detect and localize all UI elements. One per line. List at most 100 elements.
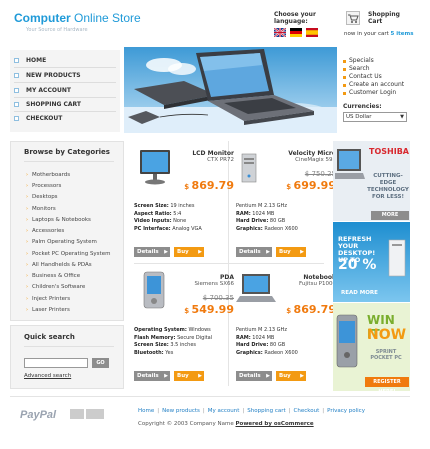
product-price-value: 869.79 [293, 303, 336, 316]
category-item[interactable]: Laptops & Notebooks [32, 217, 91, 223]
read-more-link[interactable]: READ MORE [341, 290, 378, 296]
product-model: Fujitsu P1000 [299, 281, 336, 287]
search-input[interactable] [24, 358, 88, 368]
details-button[interactable]: Details ▶ [134, 247, 170, 257]
shopping-cart-label[interactable]: Shopping Cart [368, 11, 404, 25]
nav-bullet-icon [14, 102, 19, 107]
more-details-button[interactable]: MORE DETAILS [371, 211, 409, 220]
product-old-price: $ 700.35 [202, 294, 235, 302]
pda-image[interactable] [134, 270, 178, 314]
spec-value: Secure Digital [177, 334, 213, 341]
details-button-label: Details [239, 373, 261, 379]
nav-home[interactable]: HOME [26, 57, 46, 64]
currency-selected-value: US Dollar [346, 114, 372, 120]
advanced-search-link[interactable]: Advanced search [24, 373, 71, 379]
product-name[interactable]: LCD Monitor [192, 150, 234, 157]
buy-button-label: Buy [177, 249, 189, 255]
details-button[interactable]: Details ▶ [134, 371, 170, 381]
nav-new-products[interactable]: NEW PRODUCTS [26, 72, 81, 79]
category-item[interactable]: Processors [32, 183, 61, 189]
buy-button[interactable]: Buy ▶ [276, 247, 306, 257]
lcd-monitor-image[interactable] [134, 146, 178, 190]
product-old-price-value: 700.35 [209, 294, 235, 302]
category-item[interactable]: Inject Printers [32, 296, 70, 302]
category-item[interactable]: Children's Software [32, 284, 85, 290]
arrow-right-icon: ▶ [198, 249, 202, 255]
footer-link-checkout[interactable]: Checkout [294, 408, 320, 414]
footer-link-my-account[interactable]: My account [208, 408, 240, 414]
powered-by-link[interactable]: Powered by osCommerce [236, 421, 314, 427]
shopping-cart-icon[interactable] [346, 11, 360, 25]
bullet-icon [343, 92, 346, 95]
arrow-icon: › [26, 307, 28, 313]
spec-value: None [173, 218, 187, 224]
desktop-computer-image[interactable] [236, 146, 280, 190]
arrow-icon: › [26, 172, 28, 178]
payment-methods-icon: PayPal [20, 409, 104, 421]
germany-flag-icon[interactable] [290, 28, 302, 37]
footer-link-shopping-cart[interactable]: Shopping cart [247, 408, 285, 414]
nav-my-account[interactable]: MY ACCOUNT [26, 87, 71, 94]
banner-subtext: SPRINT POCKET PC [370, 349, 402, 361]
category-item[interactable]: Business & Office [32, 273, 80, 279]
product-name[interactable]: Notebook [303, 274, 336, 281]
arrow-icon: › [26, 239, 28, 245]
bullet-icon [343, 68, 346, 71]
product-name[interactable]: Velocity Micro [288, 150, 336, 157]
currencies-label: Currencies: [343, 103, 382, 110]
buy-button[interactable]: Buy ▶ [276, 371, 306, 381]
product-price-value: 549.99 [191, 303, 234, 316]
buy-button[interactable]: Buy ▶ [174, 371, 204, 381]
arrow-icon: › [26, 296, 28, 302]
details-button[interactable]: Details ▶ [236, 371, 272, 381]
link-contact-us[interactable]: Contact Us [349, 73, 382, 80]
category-item[interactable]: Motherboards [32, 172, 70, 178]
buy-button[interactable]: Buy ▶ [174, 247, 204, 257]
spain-flag-icon[interactable] [306, 28, 318, 37]
footer-link-privacy-policy[interactable]: Privacy policy [327, 408, 365, 414]
category-item[interactable]: Laser Printers [32, 307, 70, 313]
register-here-button[interactable]: REGISTER HERE! [365, 377, 409, 391]
toshiba-banner[interactable]: TOSHIBA CUTTING-EDGE TECHNOLOGY FOR LESS… [333, 141, 410, 221]
nav-checkout[interactable]: CHECKOUT [26, 115, 62, 122]
category-item[interactable]: Monitors [32, 206, 56, 212]
spec-label: Screen Size: [134, 203, 169, 209]
arrow-icon: › [26, 273, 28, 279]
product-model: CTX PR72 [207, 157, 234, 163]
spec-value: 1024 MB [252, 210, 275, 217]
uk-flag-icon[interactable] [274, 28, 286, 37]
currency-select[interactable]: US Dollar ▼ [343, 112, 407, 122]
divider [24, 346, 114, 347]
buy-button-label: Buy [279, 249, 291, 255]
category-item[interactable]: Palm Operating System [32, 239, 97, 245]
category-item[interactable]: Desktops [32, 194, 58, 200]
store-title-part2: Online Store [74, 11, 141, 25]
details-button[interactable]: Details ▶ [236, 247, 272, 257]
spec-value: 5:4 [173, 210, 182, 217]
nav-bullet-icon [14, 73, 19, 78]
link-create-account[interactable]: Create an account [349, 81, 404, 88]
spec-value: 1024 MB [252, 334, 275, 341]
category-item[interactable]: All Handhelds & PDAs [32, 262, 92, 268]
footer-link-new-products[interactable]: New products [162, 408, 200, 414]
link-search[interactable]: Search [349, 65, 370, 72]
link-specials[interactable]: Specials [349, 57, 374, 64]
win-it-now-banner[interactable]: WIN IT NOW SPRINT POCKET PC REGISTER HER… [333, 303, 410, 391]
category-item[interactable]: Accessories [32, 228, 64, 234]
store-title[interactable]: Computer Online Store [14, 11, 141, 25]
product-old-price: $ 750.25 [304, 170, 336, 178]
spec-label: Operating System: [134, 327, 187, 333]
refresh-desktop-banner[interactable]: REFRESH YOUR DESKTOP! UP TO 20 % READ MO… [333, 222, 410, 302]
category-item[interactable]: Pocket PC Operating System [32, 251, 110, 257]
notebook-image[interactable] [236, 270, 280, 314]
cart-item-count[interactable]: 5 items [391, 31, 414, 37]
link-customer-login[interactable]: Customer Login [349, 89, 396, 96]
bullet-icon [343, 76, 346, 79]
search-go-button[interactable]: GO [92, 358, 109, 368]
nav-shopping-cart[interactable]: SHOPPING CART [26, 101, 81, 108]
product-card: LCD Monitor CTX PR72 $ 869.79 Screen Siz… [134, 146, 234, 266]
toshiba-logo: TOSHIBA [369, 147, 409, 156]
footer-link-home[interactable]: Home [138, 408, 154, 414]
product-name[interactable]: PDA [220, 274, 234, 281]
spec-value: Pentium M 2.13 GHz [236, 327, 287, 333]
